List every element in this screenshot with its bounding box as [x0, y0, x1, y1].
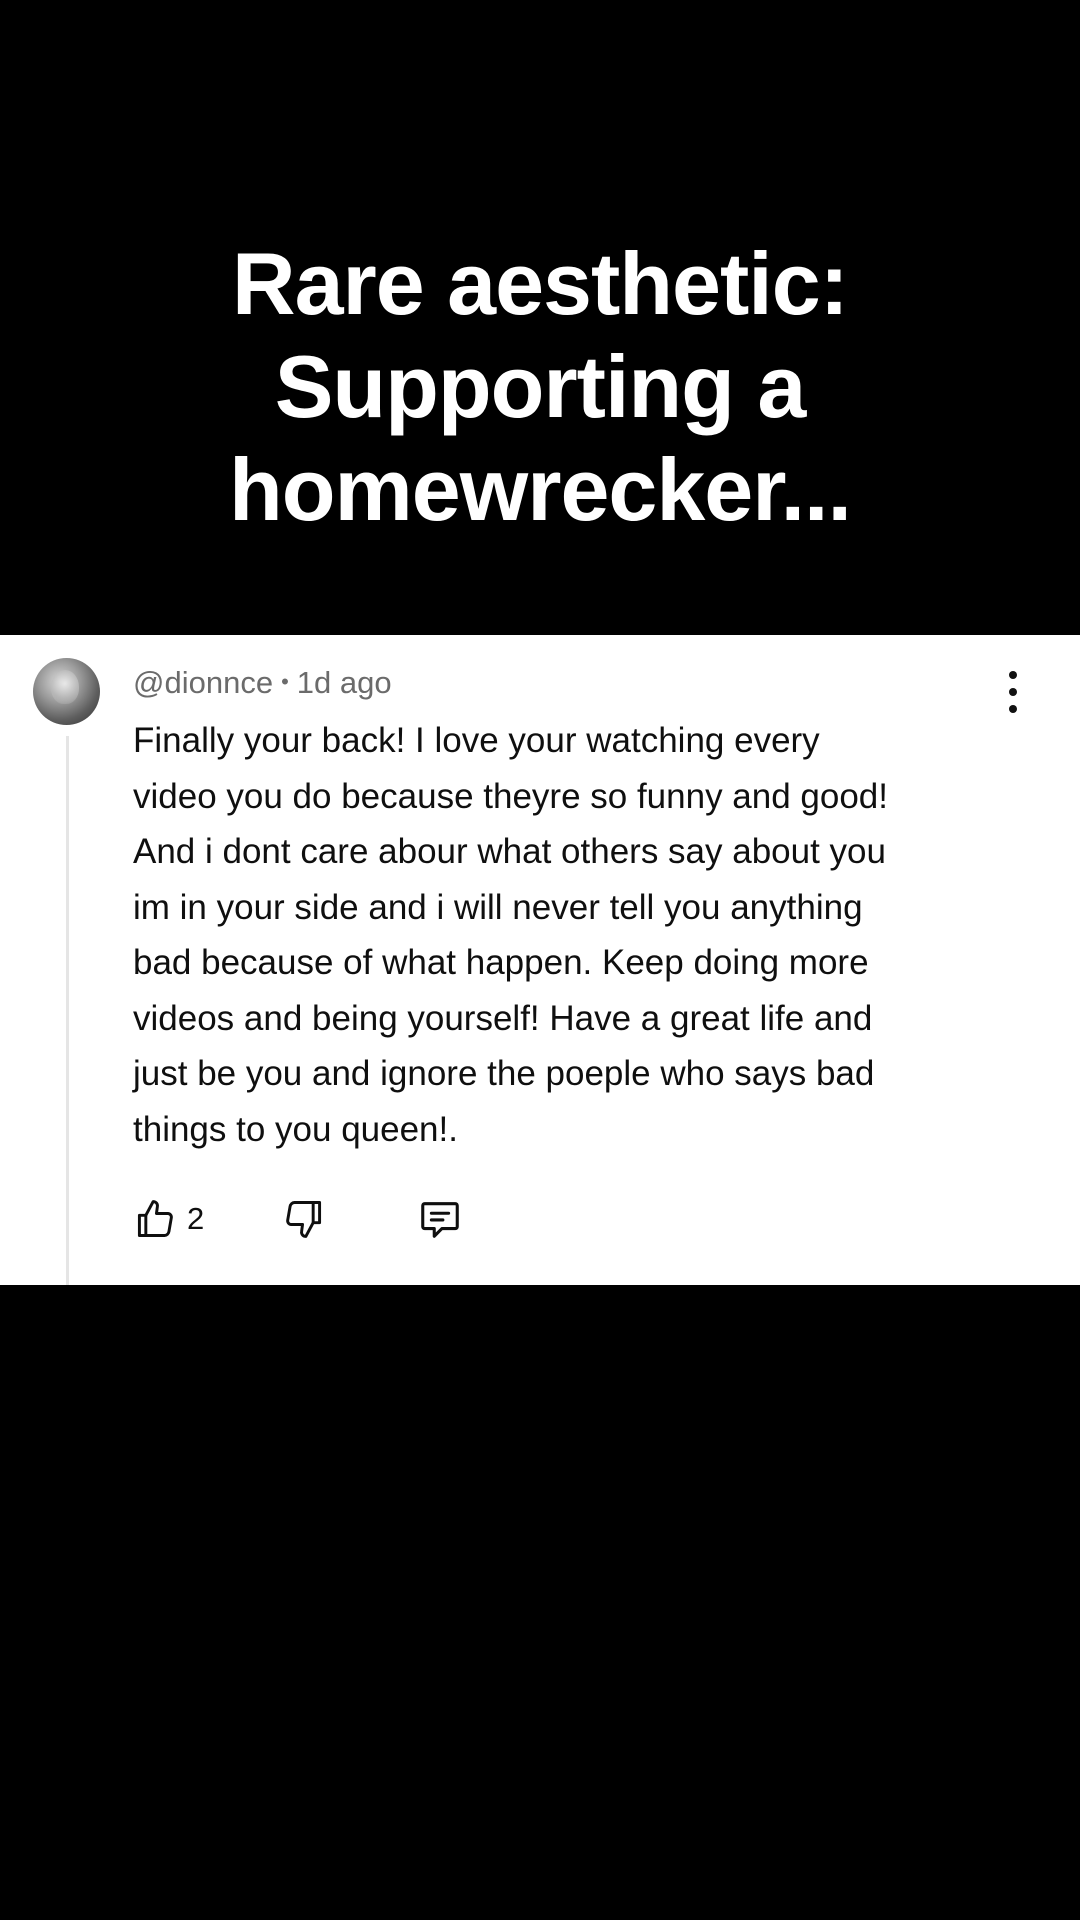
comment-time: 1d ago	[296, 665, 392, 700]
meta-separator: •	[281, 669, 289, 694]
avatar[interactable]	[33, 658, 100, 725]
dislike-button[interactable]	[282, 1196, 326, 1242]
caption-line-2: Supporting a	[274, 337, 807, 436]
thread-line	[66, 736, 69, 1285]
comment-text: Finally your back! I love your watching …	[133, 721, 888, 1149]
like-count: 2	[187, 1201, 205, 1236]
caption-line-3: homewrecker...	[229, 440, 852, 539]
more-vert-icon[interactable]	[996, 671, 1030, 713]
reply-comment-icon	[421, 1202, 460, 1238]
author-handle[interactable]: @dionnce	[133, 665, 273, 700]
thumbs-down-icon	[286, 1201, 322, 1238]
video-caption: Rare aesthetic: Supporting a homewrecker…	[0, 232, 1080, 541]
like-button[interactable]: 2	[133, 1196, 204, 1242]
caption-line-1: Rare aesthetic:	[232, 234, 849, 333]
comment-card: @dionnce • 1d ago Finally your back! I lov…	[0, 635, 1080, 1285]
comment-meta: @dionnce • 1d ago	[133, 662, 392, 703]
comment-actions: 2	[133, 1191, 464, 1247]
reply-button[interactable]	[416, 1196, 464, 1242]
thumbs-up-icon	[137, 1200, 173, 1237]
